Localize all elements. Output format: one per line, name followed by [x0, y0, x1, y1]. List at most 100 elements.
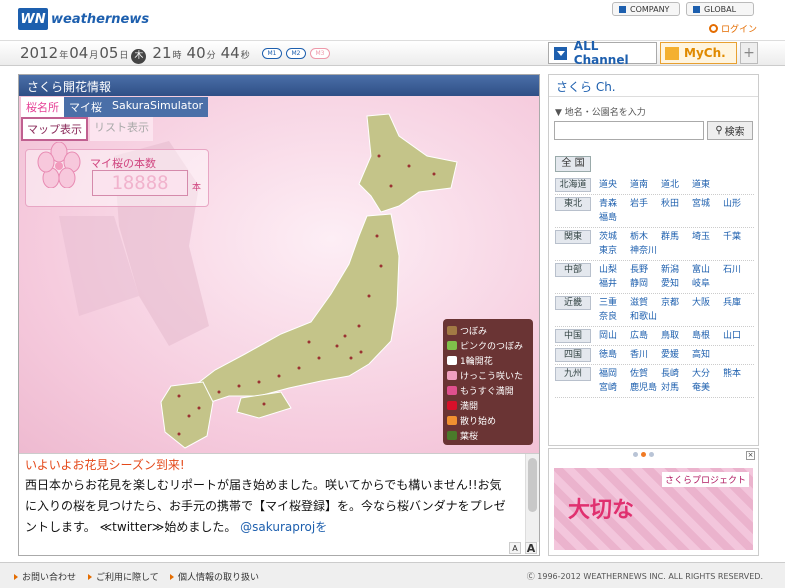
prefecture-link[interactable]: 和歌山: [630, 310, 661, 324]
font-large-button[interactable]: A: [525, 542, 537, 555]
tab-meisho[interactable]: 桜名所: [21, 97, 64, 117]
font-small-button[interactable]: A: [509, 542, 521, 554]
prefecture-link[interactable]: 千葉: [723, 230, 754, 244]
region-button[interactable]: 中部: [555, 263, 591, 277]
promo-banner[interactable]: × さくらプロジェクト 大切な: [548, 448, 759, 556]
prefecture-link[interactable]: 佐賀: [630, 367, 661, 381]
m3-button[interactable]: M3: [310, 48, 330, 59]
scroll-thumb[interactable]: [528, 458, 537, 512]
prefecture-link[interactable]: 神奈川: [630, 244, 661, 258]
global-link[interactable]: GLOBAL: [686, 2, 754, 16]
add-channel-button[interactable]: +: [740, 42, 758, 64]
prefecture-link[interactable]: 福井: [599, 277, 630, 291]
region-button[interactable]: 東北: [555, 197, 591, 211]
tab-list-view[interactable]: リスト表示: [90, 117, 153, 141]
message-box: いよいよお花見シーズン到来! 西日本からお花見を楽しむリポートが届き始めました。…: [19, 453, 539, 555]
prefecture-link[interactable]: 香川: [630, 348, 661, 362]
close-icon[interactable]: ×: [746, 451, 755, 460]
weathernews-logo[interactable]: WN weathernews: [18, 8, 149, 30]
prefecture-link[interactable]: 宮崎: [599, 381, 630, 395]
prefecture-link[interactable]: 道東: [692, 178, 723, 192]
prefecture-link[interactable]: 山形: [723, 197, 754, 211]
prefecture-link[interactable]: 対馬: [661, 381, 692, 395]
prefecture-link[interactable]: 道南: [630, 178, 661, 192]
login-link[interactable]: ログイン: [708, 22, 757, 35]
prefecture-link[interactable]: 奄美: [692, 381, 723, 395]
prefecture-link[interactable]: 道北: [661, 178, 692, 192]
search-label: ▼ 地名・公園名を入力: [555, 108, 646, 118]
prefecture-link[interactable]: 三重: [599, 296, 630, 310]
prefecture-link[interactable]: 岐阜: [692, 277, 723, 291]
region-button[interactable]: 四国: [555, 348, 591, 362]
prefecture-link[interactable]: 長野: [630, 263, 661, 277]
region-button[interactable]: 九州: [555, 367, 591, 381]
prefecture-link[interactable]: 秋田: [661, 197, 692, 211]
search-input[interactable]: [554, 121, 704, 140]
date-bar: 2012 年 04 月 05 日 木 21 時 40 分 44 秒 M1 M2 M3 ALL…: [0, 39, 785, 67]
m2-button[interactable]: M2: [286, 48, 306, 59]
carousel-dot[interactable]: [641, 452, 646, 457]
prefecture-list: 道央 道南 道北 道東: [599, 178, 754, 192]
prefecture-link[interactable]: 静岡: [630, 277, 661, 291]
region-button[interactable]: 関東: [555, 230, 591, 244]
prefecture-link[interactable]: 京都: [661, 296, 692, 310]
prefecture-link[interactable]: 岩手: [630, 197, 661, 211]
prefecture-link[interactable]: 東京: [599, 244, 630, 258]
mych-button[interactable]: MyCh.: [660, 42, 737, 64]
message-scrollbar[interactable]: [525, 454, 539, 542]
twitter-link[interactable]: @sakuraprojを: [240, 520, 327, 534]
prefecture-link[interactable]: 大分: [692, 367, 723, 381]
region-button[interactable]: 中国: [555, 329, 591, 343]
prefecture-link[interactable]: 栃木: [630, 230, 661, 244]
day: 05: [99, 44, 119, 62]
search-button[interactable]: ⚲ 検索: [707, 121, 753, 140]
prefecture-link[interactable]: 群馬: [661, 230, 692, 244]
region-row: 北海道 道央 道南 道北 道東: [555, 176, 754, 195]
prefecture-link[interactable]: 奈良: [599, 310, 630, 324]
prefecture-link[interactable]: 岡山: [599, 329, 630, 343]
prefecture-link[interactable]: 新潟: [661, 263, 692, 277]
footer-link-privacy[interactable]: 個人情報の取り扱い: [170, 570, 259, 583]
prefecture-link[interactable]: 山梨: [599, 263, 630, 277]
hour: 21: [152, 44, 172, 62]
prefecture-link[interactable]: 広島: [630, 329, 661, 343]
prefecture-link[interactable]: 兵庫: [723, 296, 754, 310]
footer-link-terms[interactable]: ご利用に際して: [88, 570, 159, 583]
sakura-project-banner[interactable]: さくらプロジェクト 大切な: [554, 468, 753, 550]
prefecture-link[interactable]: 愛媛: [661, 348, 692, 362]
prefecture-link[interactable]: 島根: [692, 329, 723, 343]
footer-link-contact[interactable]: お問い合わせ: [14, 570, 76, 583]
prefecture-link[interactable]: 鹿児島: [630, 381, 661, 395]
prefecture-link[interactable]: 大阪: [692, 296, 723, 310]
region-button[interactable]: 近畿: [555, 296, 591, 310]
prefecture-link[interactable]: 宮城: [692, 197, 723, 211]
prefecture-link[interactable]: 熊本: [723, 367, 754, 381]
prefecture-link[interactable]: 愛知: [661, 277, 692, 291]
tab-my-sakura[interactable]: マイ桜: [64, 97, 107, 117]
prefecture-link[interactable]: 福島: [599, 211, 630, 225]
prefecture-link[interactable]: 山口: [723, 329, 754, 343]
prefecture-link[interactable]: 滋賀: [630, 296, 661, 310]
all-japan-button[interactable]: 全 国: [555, 156, 591, 172]
prefecture-link[interactable]: 青森: [599, 197, 630, 211]
prefecture-link[interactable]: 埼玉: [692, 230, 723, 244]
prefecture-link[interactable]: 富山: [692, 263, 723, 277]
prefecture-link[interactable]: 道央: [599, 178, 630, 192]
year-unit: 年: [59, 51, 69, 61]
prefecture-link[interactable]: 茨城: [599, 230, 630, 244]
carousel-dot[interactable]: [633, 452, 638, 457]
region-button[interactable]: 北海道: [555, 178, 591, 192]
tab-map-view[interactable]: マップ表示: [21, 117, 88, 141]
carousel-dot[interactable]: [649, 452, 654, 457]
prefecture-link[interactable]: 福岡: [599, 367, 630, 381]
prefecture-link[interactable]: 長崎: [661, 367, 692, 381]
prefecture-link[interactable]: 石川: [723, 263, 754, 277]
prefecture-link[interactable]: 高知: [692, 348, 723, 362]
m1-button[interactable]: M1: [262, 48, 282, 59]
day-of-week-badge: 木: [131, 49, 147, 64]
all-channel-button[interactable]: ALL Channel: [548, 39, 657, 67]
company-link[interactable]: COMPANY: [612, 2, 680, 16]
prefecture-link[interactable]: 鳥取: [661, 329, 692, 343]
tab-sakura-simulator[interactable]: SakuraSimulator: [107, 97, 208, 117]
prefecture-link[interactable]: 徳島: [599, 348, 630, 362]
